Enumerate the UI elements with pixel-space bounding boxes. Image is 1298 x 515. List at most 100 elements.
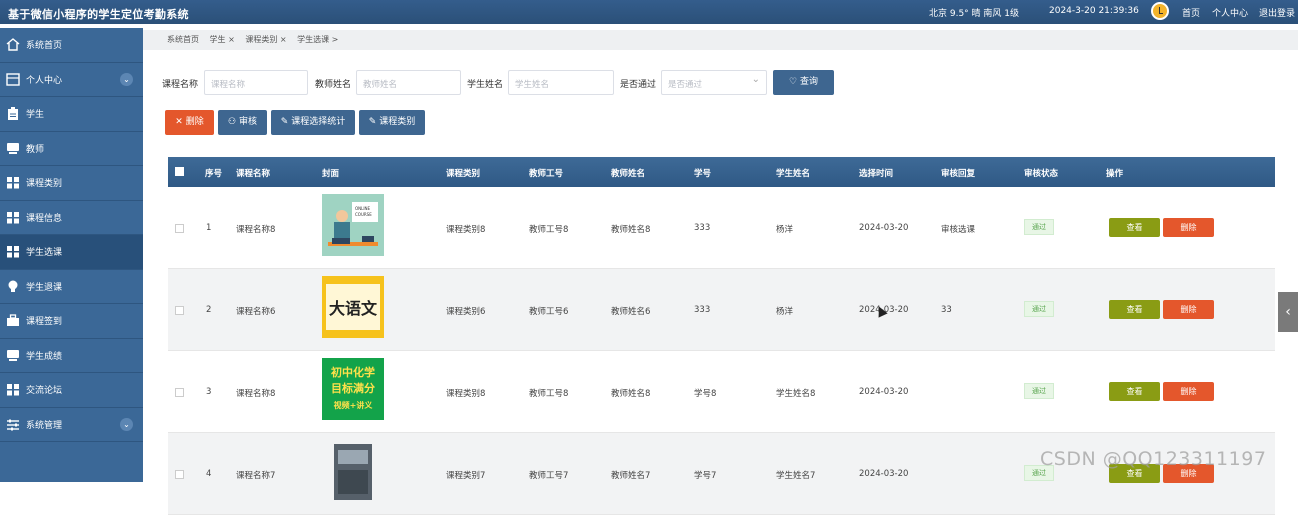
row-checkbox[interactable]	[175, 388, 184, 397]
grid-icon	[6, 383, 20, 396]
cell-category: 课程类别7	[446, 471, 486, 481]
delete-button[interactable]: 删除	[1163, 300, 1214, 319]
query-button[interactable]: ♡ 查询	[773, 70, 834, 95]
sidebar-item-label: 教师	[26, 144, 45, 155]
sidebar-item-student[interactable]: 学生	[0, 97, 143, 132]
cover-line-1: 初中化学	[331, 365, 375, 379]
window-icon	[6, 73, 20, 86]
delete-button[interactable]: 删除	[1163, 218, 1214, 237]
breadcrumb-tab-student[interactable]: 学生 ×	[210, 35, 235, 44]
top-header: 基于微信小程序的学生定位考勤系统 北京 9.5° 晴 南风 1级 2024-3-…	[0, 0, 1298, 24]
cell-teacher-id: 教师工号8	[529, 225, 569, 235]
sidebar-item-profile[interactable]: 个人中心 ⌄	[0, 63, 143, 97]
col-teacher-name: 教师姓名	[611, 169, 646, 179]
clock-icon	[1151, 2, 1169, 20]
sidebar-item-course-drop[interactable]: 学生退课	[0, 270, 143, 304]
clipboard-icon	[6, 107, 20, 121]
nav-profile-link[interactable]: 个人中心	[1212, 6, 1248, 19]
nav-logout-link[interactable]: 退出登录	[1259, 6, 1295, 19]
cell-student-name: 杨洋	[776, 307, 794, 317]
view-button[interactable]: 查看	[1109, 300, 1160, 319]
sidebar-item-forum[interactable]: 交流论坛	[0, 373, 143, 408]
cell-course: 课程名称8	[236, 389, 276, 399]
cell-no: 1	[206, 223, 212, 233]
col-teacher-id: 教师工号	[529, 169, 564, 179]
view-button[interactable]: 查看	[1109, 218, 1160, 237]
sliders-icon	[6, 418, 20, 431]
nav-home-link[interactable]: 首页	[1182, 6, 1200, 19]
cell-category: 课程类别6	[446, 307, 486, 317]
view-button[interactable]: 查看	[1109, 382, 1160, 401]
breadcrumb-tab-selection[interactable]: 学生选课 >	[297, 35, 338, 44]
chevron-down-icon[interactable]: ⌄	[120, 417, 133, 431]
cover-line-2: 目标满分	[331, 381, 375, 395]
student-name-label: 学生姓名	[467, 80, 504, 90]
audit-button[interactable]: ⚇ 审核	[218, 110, 267, 135]
cell-no: 2	[206, 305, 212, 315]
sidebar-item-course-selection[interactable]: 学生选课	[0, 235, 143, 270]
cell-student-id: 333	[694, 223, 711, 233]
cover-line-3: 视频+讲义	[334, 400, 374, 410]
batch-delete-button[interactable]: ✕ 删除	[165, 110, 214, 135]
grid-icon	[6, 245, 20, 258]
sidebar-item-grades[interactable]: 学生成绩	[0, 339, 143, 373]
select-all-checkbox[interactable]	[175, 167, 184, 176]
row-checkbox[interactable]	[175, 470, 184, 479]
cell-course: 课程名称7	[236, 471, 276, 481]
col-reply: 审核回复	[941, 169, 976, 179]
svg-text:ONLINE: ONLINE	[355, 206, 371, 211]
pass-select[interactable]: 是否通过	[661, 70, 767, 95]
cell-student-name: 学生姓名7	[776, 471, 816, 481]
student-name-input[interactable]: 学生姓名	[508, 70, 614, 95]
cell-student-name: 杨洋	[776, 225, 794, 235]
cell-reply: 33	[941, 305, 952, 315]
table-row: 2 课程名称6 大语文 课程类别6 教师工号6 教师姓名6 333 杨洋 202…	[168, 269, 1275, 351]
cell-time: 2024-03-20	[859, 223, 909, 233]
grid-icon	[6, 176, 20, 189]
row-checkbox[interactable]	[175, 224, 184, 233]
breadcrumb-home[interactable]: 系统首页	[167, 35, 199, 44]
breadcrumb: 系统首页 学生 × 课程类别 × 学生选课 >	[143, 30, 1298, 50]
sidebar-item-label: 课程签到	[26, 317, 63, 328]
cell-teacher-name: 教师姓名7	[611, 471, 651, 481]
cover-book-image	[322, 440, 384, 502]
col-category: 课程类别	[446, 169, 481, 179]
cover-dayuwen-image: 大语文	[322, 276, 384, 338]
cell-course: 课程名称6	[236, 307, 276, 317]
cell-no: 3	[206, 387, 212, 397]
row-checkbox[interactable]	[175, 306, 184, 315]
sidebar-item-system[interactable]: 系统管理 ⌄	[0, 408, 143, 442]
course-category-button[interactable]: ✎ 课程类别	[359, 110, 425, 135]
course-name-input[interactable]: 课程名称	[204, 70, 308, 95]
col-status: 审核状态	[1024, 169, 1059, 179]
teacher-name-input[interactable]: 教师姓名	[356, 70, 461, 95]
cell-category: 课程类别8	[446, 389, 486, 399]
course-stats-button[interactable]: ✎ 课程选择统计	[271, 110, 355, 135]
table-row: 4 课程名称7 课程类别7 教师工号7 教师姓名7 学号7 学生姓名7 2024…	[168, 433, 1275, 515]
cell-teacher-name: 教师姓名8	[611, 225, 651, 235]
cover-chemistry-image: 初中化学 目标满分 视频+讲义	[322, 358, 384, 420]
col-course: 课程名称	[236, 169, 271, 179]
pass-label: 是否通过	[620, 80, 657, 90]
monitor-icon	[6, 142, 20, 155]
cell-student-id: 333	[694, 305, 711, 315]
cell-teacher-id: 教师工号8	[529, 389, 569, 399]
monitor-icon	[6, 349, 20, 362]
cell-course: 课程名称8	[236, 225, 276, 235]
breadcrumb-tab-category[interactable]: 课程类别 ×	[245, 35, 286, 44]
sidebar-item-course-info[interactable]: 课程信息	[0, 201, 143, 235]
chevron-down-icon[interactable]: ⌄	[120, 72, 133, 86]
side-collapse-handle[interactable]: ‹	[1278, 292, 1298, 332]
cover-title-text: 大语文	[329, 299, 378, 318]
bulb-icon	[6, 280, 20, 293]
cell-reply: 审核选课	[941, 225, 976, 235]
delete-button[interactable]: 删除	[1163, 382, 1214, 401]
cover-online-course-image: ONLINE COURSE	[322, 194, 384, 256]
sidebar-item-label: 系统首页	[26, 41, 63, 52]
sidebar-item-checkin[interactable]: 课程签到	[0, 304, 143, 339]
sidebar-item-teacher[interactable]: 教师	[0, 132, 143, 166]
datetime-text: 2024-3-20 21:39:36	[1049, 6, 1139, 16]
sidebar-item-home[interactable]: 系统首页	[0, 28, 143, 63]
sidebar-item-course-category[interactable]: 课程类别	[0, 166, 143, 201]
table-row: 3 课程名称8 初中化学 目标满分 视频+讲义 课程类别8 教师工号8 教师姓名…	[168, 351, 1275, 433]
